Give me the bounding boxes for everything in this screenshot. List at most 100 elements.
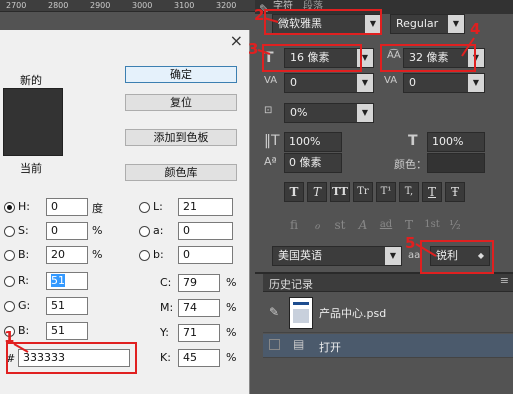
faux-italic-button[interactable]: T	[307, 182, 327, 202]
new-color-swatch	[3, 88, 63, 124]
radio-a[interactable]	[139, 226, 150, 237]
b-label: B:	[18, 248, 30, 261]
current-color-swatch[interactable]	[3, 124, 63, 156]
kerning-value: 0	[290, 76, 297, 89]
reset-button[interactable]: 复位	[125, 94, 237, 111]
ordinal-button[interactable]: 1st	[422, 215, 442, 235]
annotation-box-hex	[6, 342, 137, 374]
radio-lab-b[interactable]	[139, 250, 150, 261]
chevron-down-icon: ▼	[385, 247, 401, 265]
history-panel-title[interactable]: 历史记录	[269, 276, 313, 292]
b-field[interactable]: 20	[46, 246, 88, 264]
horizontal-ruler: 2700 2800 2900 3000 3100 3200	[0, 0, 255, 12]
color-picker-dialog: × 新的 当前 确定 复位 添加到色板 颜色库 H: 0 度 S: 0 % B:…	[0, 30, 250, 394]
font-style-dropdown[interactable]: Regular ▼	[390, 14, 465, 34]
h-unit: 度	[92, 202, 103, 215]
fraction-button[interactable]: ½	[445, 215, 465, 235]
kerning-icon: VA	[264, 75, 278, 86]
radio-r[interactable]	[4, 276, 15, 287]
scale-pct-value: 0%	[290, 106, 308, 119]
m-label: M:	[160, 301, 174, 314]
rgb-b-field[interactable]: 51	[46, 322, 88, 340]
r-field[interactable]: 51	[46, 272, 88, 290]
a-label: a:	[153, 224, 164, 237]
ligature-button[interactable]: fi	[284, 215, 304, 235]
lab-b-field[interactable]: 0	[178, 246, 233, 264]
scale-pct-dropdown[interactable]: 0% ▼	[284, 103, 374, 123]
ruler-tick-label: 3200	[216, 1, 237, 10]
s-unit: %	[92, 224, 103, 237]
r-field-value: 51	[51, 274, 65, 287]
r-label: R:	[18, 274, 30, 287]
faux-bold-button[interactable]: T	[284, 182, 304, 202]
color-libraries-button[interactable]: 颜色库	[125, 164, 237, 181]
annotation-box-leading	[380, 44, 476, 72]
k-field[interactable]: 45	[178, 349, 220, 367]
ruler-tick-label: 3100	[174, 1, 195, 10]
radio-s[interactable]	[4, 226, 15, 237]
subscript-button[interactable]: T,	[399, 182, 419, 202]
contextual-alternate-button[interactable]: ℴ	[307, 215, 327, 235]
strikethrough-button[interactable]: Ŧ	[445, 182, 465, 202]
underline-button[interactable]: T	[422, 182, 442, 202]
color-label: 颜色：	[394, 158, 427, 171]
a-field[interactable]: 0	[178, 222, 233, 240]
swash-button[interactable]: A	[353, 215, 373, 235]
close-icon[interactable]: ×	[230, 31, 243, 50]
language-value: 美国英语	[278, 249, 322, 262]
y-field[interactable]: 71	[178, 324, 220, 342]
vertical-scale-field[interactable]: 100%	[284, 132, 342, 152]
radio-l[interactable]	[139, 202, 150, 213]
y-unit: %	[226, 326, 237, 339]
h-field[interactable]: 0	[46, 198, 88, 216]
chevron-down-icon: ▼	[357, 74, 373, 92]
annotation-box-font-size	[262, 44, 362, 72]
discretionary-ligature-button[interactable]: st	[330, 215, 350, 235]
annotation-number: 1	[4, 328, 15, 346]
history-snapshot-row[interactable]: ✎ 产品中心.psd	[263, 293, 513, 333]
ok-button[interactable]: 确定	[125, 66, 237, 83]
add-to-swatches-button[interactable]: 添加到色板	[125, 129, 237, 146]
k-unit: %	[226, 351, 237, 364]
lab-b-label: b:	[153, 248, 164, 261]
panel-menu-icon[interactable]: ≡	[500, 274, 509, 287]
k-label: K:	[160, 351, 171, 364]
l-field[interactable]: 21	[178, 198, 233, 216]
radio-g[interactable]	[4, 301, 15, 312]
annotation-box-antialias	[420, 240, 494, 274]
text-color-swatch[interactable]	[427, 153, 485, 173]
small-caps-button[interactable]: Tr	[353, 182, 373, 202]
canvas-area	[0, 12, 255, 30]
kerning-dropdown[interactable]: 0 ▼	[284, 73, 374, 93]
snapshot-brush-icon[interactable]: ✎	[269, 305, 279, 319]
vertical-scale-icon: ‖T	[264, 133, 280, 149]
baseline-shift-field[interactable]: 0 像素	[284, 153, 342, 173]
document-icon: ▤	[293, 337, 305, 351]
superscript-button[interactable]: T¹	[376, 182, 396, 202]
baseline-shift-icon: Aª	[264, 155, 277, 168]
all-caps-button[interactable]: TT	[330, 182, 350, 202]
history-panel-header: 历史记录 ≡	[263, 274, 513, 292]
step-checkbox[interactable]	[269, 339, 280, 350]
horizontal-scale-field[interactable]: 100%	[427, 132, 485, 152]
g-field[interactable]: 51	[46, 297, 88, 315]
c-unit: %	[226, 276, 237, 289]
tsume-icon: ⊡	[264, 105, 273, 116]
b-unit: %	[92, 248, 103, 261]
snapshot-name: 产品中心.psd	[319, 307, 387, 320]
radio-h[interactable]	[4, 202, 15, 213]
c-label: C:	[160, 276, 172, 289]
stylistic-alternate-button[interactable]: ad	[376, 215, 396, 235]
chevron-down-icon: ▼	[468, 74, 484, 92]
m-field[interactable]: 74	[178, 299, 220, 317]
history-step-row[interactable]: ▤ 打开	[263, 334, 513, 358]
tracking-dropdown[interactable]: 0 ▼	[403, 73, 485, 93]
language-dropdown[interactable]: 美国英语 ▼	[272, 246, 402, 266]
radio-b[interactable]	[4, 250, 15, 261]
g-label: G:	[18, 299, 31, 312]
c-field[interactable]: 79	[178, 274, 220, 292]
titling-alternate-button[interactable]: T	[399, 215, 419, 235]
s-field[interactable]: 0	[46, 222, 88, 240]
s-label: S:	[18, 224, 29, 237]
m-unit: %	[226, 301, 237, 314]
